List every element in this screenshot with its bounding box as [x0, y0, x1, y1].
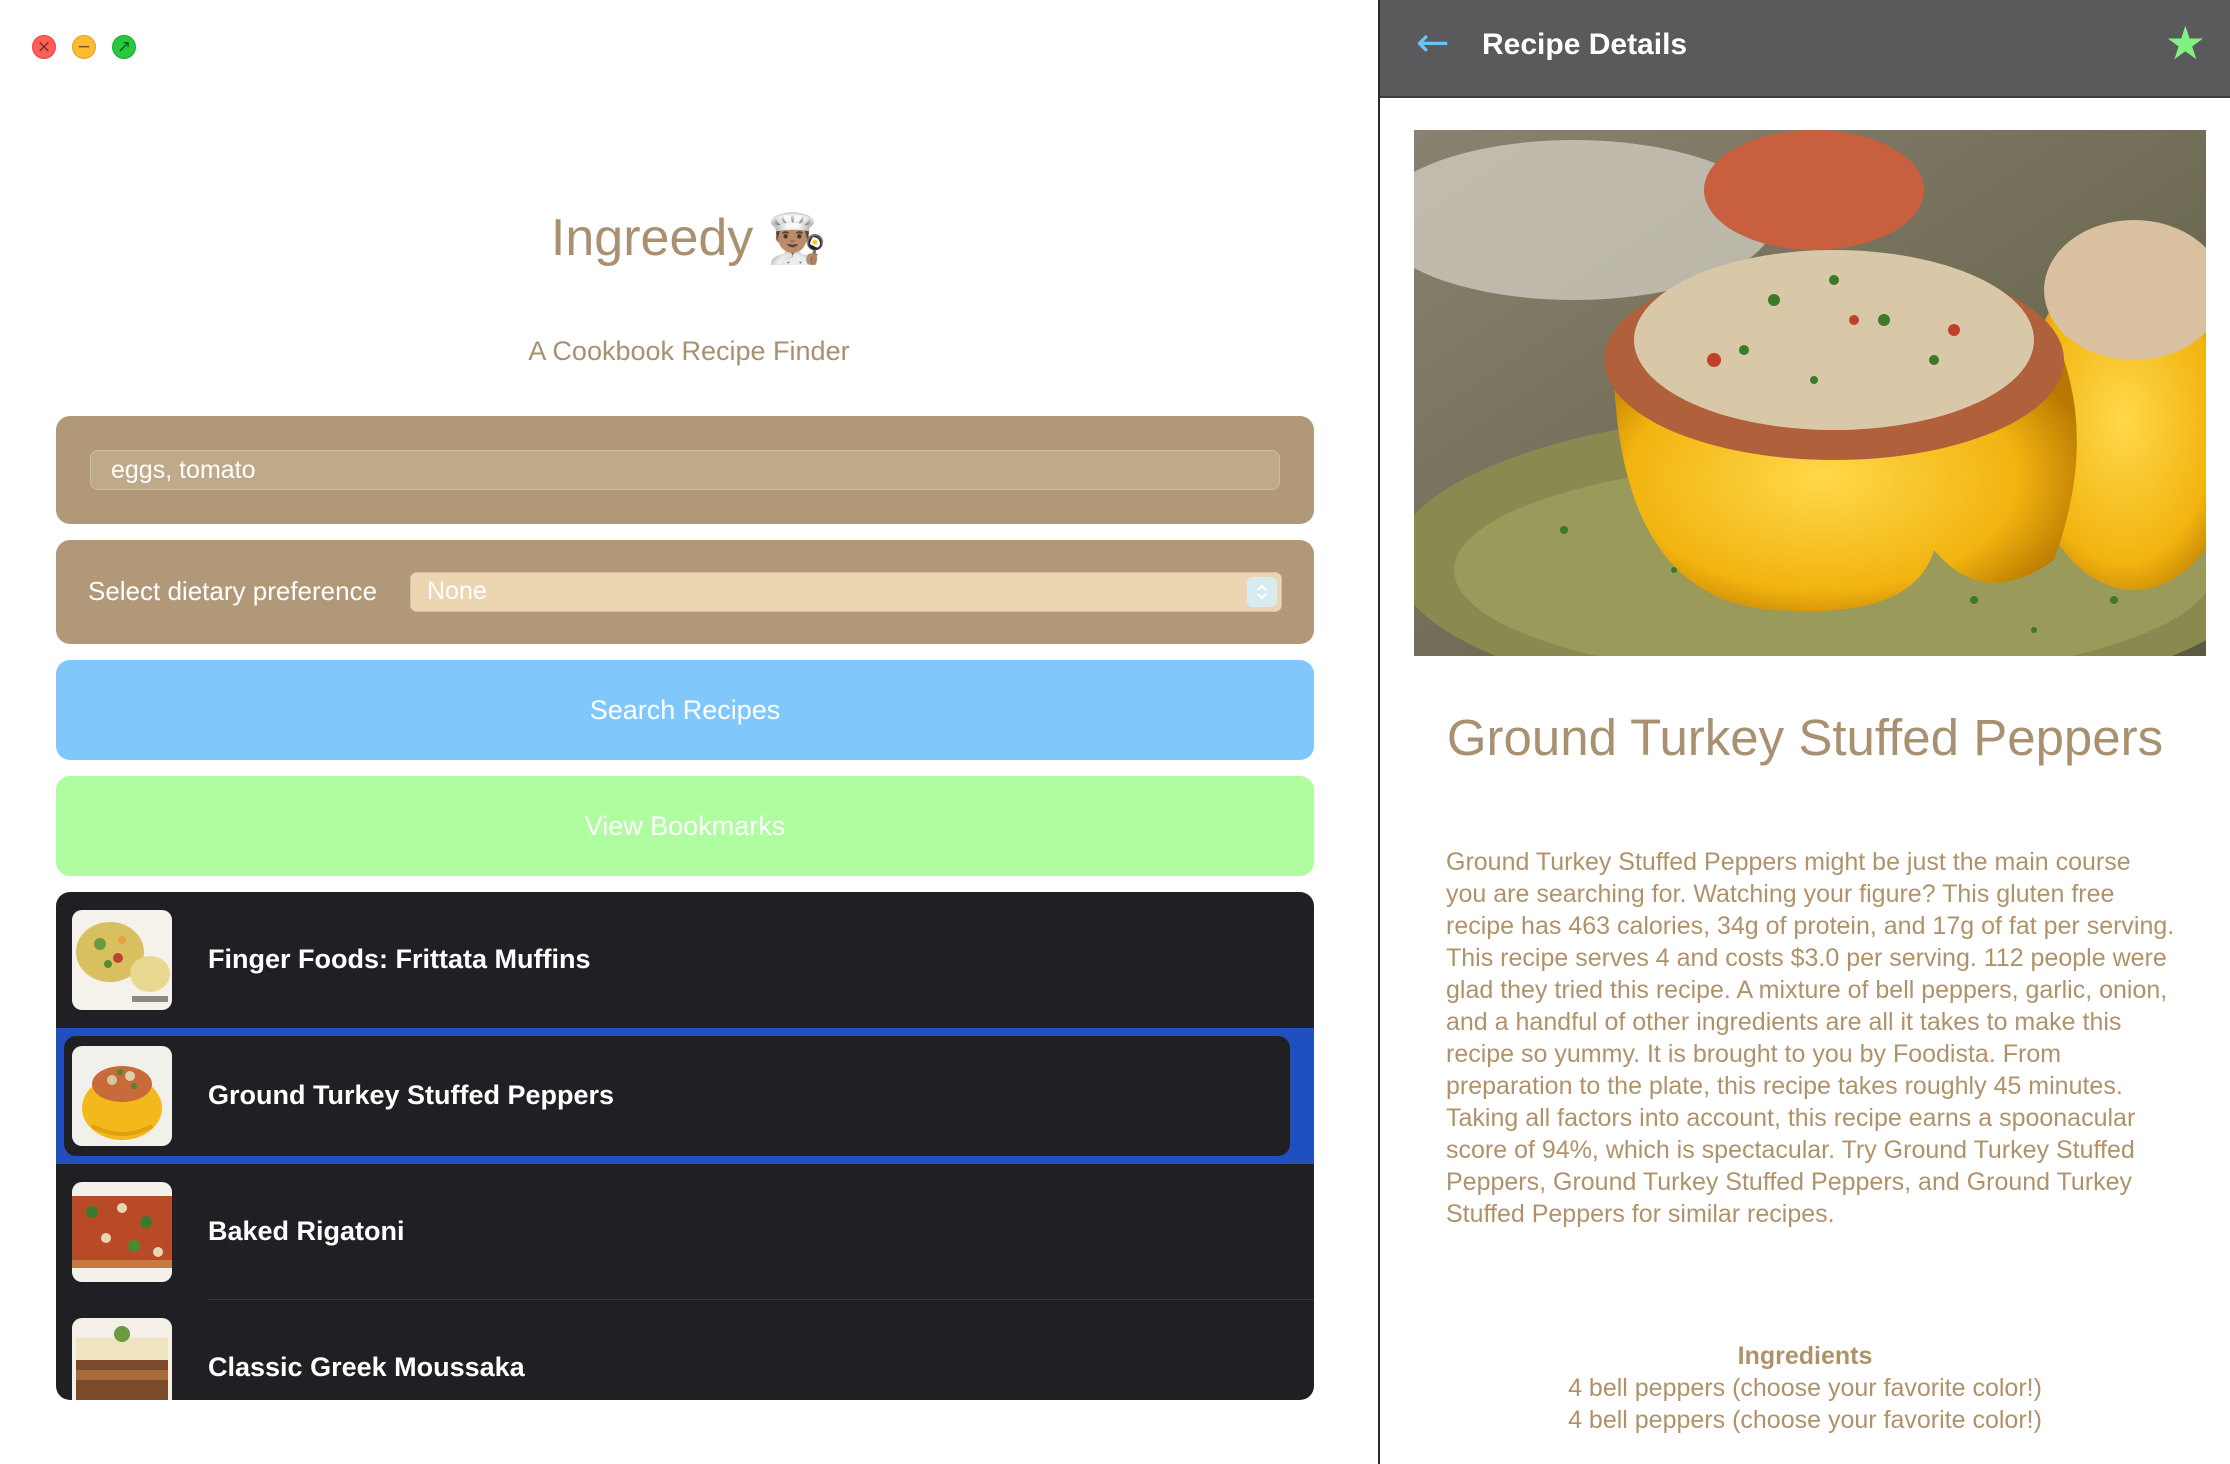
- fullscreen-icon: ↗: [116, 37, 132, 57]
- select-arrows-icon: [1247, 577, 1277, 607]
- recipe-title: Ground Turkey Stuffed Peppers: [208, 1080, 615, 1110]
- ingredients-heading: Ingredients: [1737, 1342, 1873, 1370]
- app-title: Ingreedy 👨🏽‍🍳: [0, 208, 1378, 268]
- recipe-description: Ground Turkey Stuffed Peppers might be j…: [1446, 848, 2175, 1228]
- recipe-hero-image: [1414, 130, 2206, 656]
- nav-title: Recipe Details: [1482, 28, 1688, 61]
- ingredient-search-panel: [56, 416, 1314, 524]
- chef-emoji-icon: 👨🏽‍🍳: [767, 213, 828, 266]
- recipe-thumbnail: [72, 1318, 172, 1400]
- detail-nav-bar: ← Recipe Details ★: [1380, 0, 2230, 98]
- dietary-preference-label: Select dietary preference: [88, 576, 378, 606]
- recipe-thumbnail: [72, 1182, 172, 1282]
- ingredient-item: 4 bell peppers (choose your favorite col…: [1568, 1406, 2042, 1434]
- recipe-thumbnail: [72, 1046, 172, 1146]
- back-arrow-icon[interactable]: ←: [1416, 20, 1450, 66]
- recipe-detail-title: Ground Turkey Stuffed Peppers: [1446, 709, 2164, 766]
- recipe-detail-pane: ← Recipe Details ★ Ground Turkey Stuffed…: [1378, 0, 2230, 1464]
- dietary-preference-panel: Select dietary preference None: [56, 540, 1314, 644]
- app-subtitle: A Cookbook Recipe Finder: [528, 336, 850, 366]
- recipe-thumbnail: [72, 910, 172, 1010]
- recipe-list-item[interactable]: Classic Greek Moussaka: [56, 1300, 1314, 1400]
- window-close-button[interactable]: ×: [32, 35, 56, 59]
- dietary-preference-value: None: [427, 577, 487, 605]
- recipe-list-item[interactable]: Finger Foods: Frittata Muffins: [56, 892, 1314, 1028]
- recipe-list-item-selected[interactable]: Ground Turkey Stuffed Peppers: [56, 1028, 1314, 1164]
- recipe-title: Baked Rigatoni: [208, 1216, 405, 1246]
- bookmark-star-icon[interactable]: ★: [2165, 16, 2206, 70]
- window-minimize-button[interactable]: −: [72, 35, 96, 59]
- ingredient-search-input[interactable]: [90, 450, 1280, 490]
- window-zoom-button[interactable]: ↗: [112, 35, 136, 59]
- dietary-preference-select[interactable]: None: [410, 572, 1282, 612]
- search-recipes-button[interactable]: Search Recipes: [56, 660, 1314, 760]
- minimize-icon: −: [76, 37, 92, 57]
- recipe-list: Finger Foods: Frittata Muffins Ground Tu…: [56, 892, 1314, 1400]
- recipe-title: Finger Foods: Frittata Muffins: [208, 944, 591, 974]
- close-icon: ×: [36, 37, 52, 57]
- ingredient-item: 4 bell peppers (choose your favorite col…: [1568, 1374, 2042, 1402]
- main-pane: × − ↗ Ingreedy 👨🏽‍🍳 A Cookbook Recipe Fin…: [0, 0, 1378, 1464]
- recipe-list-item[interactable]: Baked Rigatoni: [56, 1164, 1314, 1300]
- recipe-title: Classic Greek Moussaka: [208, 1352, 525, 1382]
- view-bookmarks-button[interactable]: View Bookmarks: [56, 776, 1314, 876]
- app-title-text: Ingreedy: [550, 209, 754, 267]
